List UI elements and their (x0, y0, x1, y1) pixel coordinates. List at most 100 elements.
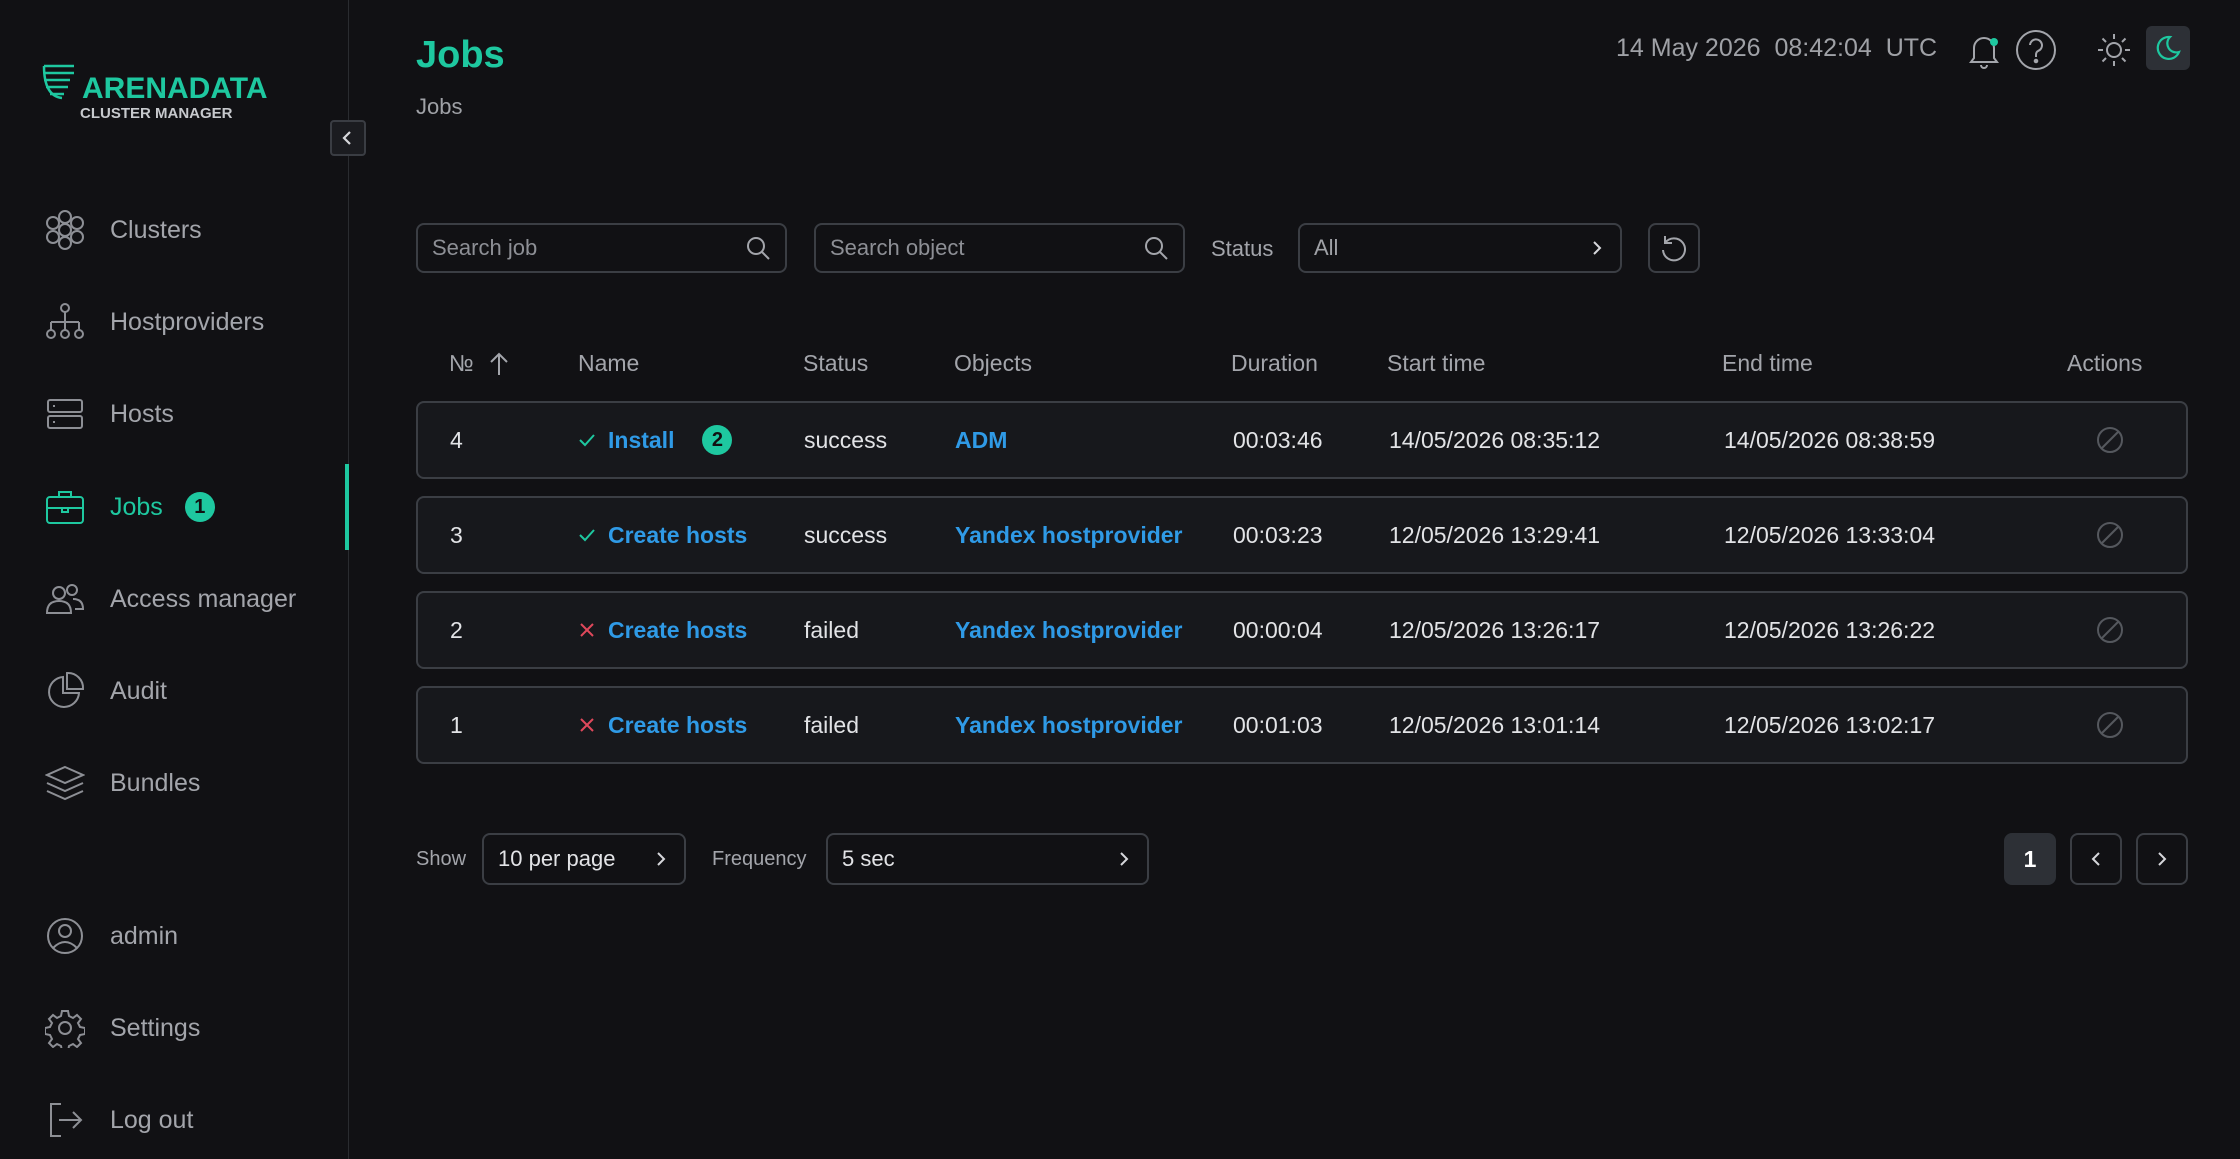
cancel-job-button[interactable] (2096, 403, 2124, 477)
job-status: success (804, 521, 888, 548)
table-row[interactable]: 3 Create hosts success Yandex hostprovid… (416, 496, 2188, 574)
arenadata-logo[interactable]: ARENADATA CLUSTER MANAGER (42, 60, 272, 126)
table-row[interactable]: 1 Create hosts failed Yandex hostprovide… (416, 686, 2188, 764)
sidebar-item-bundles[interactable]: Bundles (44, 758, 344, 808)
page-1-button[interactable]: 1 (2004, 833, 2056, 885)
column-header-status[interactable]: Status (803, 350, 868, 377)
notifications-bell-icon[interactable] (1962, 28, 2006, 72)
frequency-value: 5 sec (842, 846, 895, 871)
status-select[interactable]: All (1298, 223, 1622, 273)
sidebar-item-label: Jobs (110, 492, 163, 521)
column-header-objects: Objects (954, 350, 1032, 377)
cancel-job-button[interactable] (2096, 498, 2124, 572)
job-object-link[interactable]: Yandex hostprovider (955, 498, 1183, 572)
help-icon[interactable] (2014, 28, 2058, 72)
sidebar-item-audit[interactable]: Audit (44, 666, 344, 716)
sidebar-item-hosts[interactable]: Hosts (44, 389, 344, 439)
previous-page-button[interactable] (2070, 833, 2122, 885)
job-name-link[interactable]: Create hosts (608, 617, 747, 644)
job-status: failed (804, 711, 859, 738)
column-header-actions: Actions (2067, 350, 2142, 377)
date-text: 14 May 2026 (1616, 34, 1761, 62)
job-name-link[interactable]: Create hosts (608, 522, 747, 549)
sidebar-item-settings[interactable]: Settings (44, 1003, 344, 1053)
sidebar: ARENADATA CLUSTER MANAGER Clusters Hostp… (0, 0, 366, 1159)
job-id: 4 (450, 426, 463, 453)
job-status: success (804, 426, 888, 453)
search-job-input[interactable]: Search job (416, 223, 787, 273)
job-object-link[interactable]: Yandex hostprovider (955, 593, 1183, 667)
column-header-label: Name (578, 350, 640, 376)
job-status: failed (804, 616, 859, 643)
refresh-icon (1662, 236, 1686, 262)
success-check-icon (578, 431, 598, 449)
briefcase-icon (44, 486, 86, 528)
svg-text:ARENADATA: ARENADATA (82, 72, 268, 105)
status-filter-label: Status (1211, 236, 1274, 261)
moon-icon (2156, 35, 2181, 61)
column-header-name[interactable]: Name (578, 350, 639, 377)
table-row[interactable]: 2 Create hosts failed Yandex hostprovide… (416, 591, 2188, 669)
job-end-time: 12/05/2026 13:26:22 (1724, 616, 1936, 643)
column-header-label: Objects (954, 350, 1032, 376)
chevron-right-icon (657, 852, 666, 866)
gear-icon (44, 1007, 86, 1049)
sidebar-item-label: Access manager (110, 584, 297, 613)
collapse-sidebar-button[interactable] (330, 120, 366, 156)
next-page-button[interactable] (2136, 833, 2188, 885)
job-end-time: 12/05/2026 13:33:04 (1724, 521, 1936, 548)
chevron-right-icon (1120, 852, 1129, 866)
frequency-select[interactable]: 5 sec (826, 833, 1149, 885)
job-name-link[interactable]: Create hosts (608, 712, 747, 739)
cancel-disabled-icon (2097, 522, 2123, 548)
user-icon (44, 915, 86, 957)
sidebar-item-logout[interactable]: Log out (44, 1095, 344, 1145)
job-object-link[interactable]: Yandex hostprovider (955, 688, 1183, 762)
clusters-icon (44, 209, 86, 251)
job-start-time: 12/05/2026 13:26:17 (1389, 616, 1601, 643)
job-duration: 00:00:04 (1233, 616, 1323, 643)
table-row[interactable]: 4 Install 2 success ADM 00:03:46 14/05/2… (416, 401, 2188, 479)
per-page-select[interactable]: 10 per page (482, 833, 686, 885)
sidebar-item-access-manager[interactable]: Access manager (44, 574, 344, 624)
job-end-time: 12/05/2026 13:02:17 (1724, 711, 1936, 738)
job-id: 1 (450, 711, 463, 738)
job-name-link[interactable]: Install (608, 427, 674, 454)
cancel-job-button[interactable] (2096, 593, 2124, 667)
server-datetime: 14 May 2026 08:42:04 UTC (1616, 34, 1937, 63)
cancel-disabled-icon (2097, 712, 2123, 738)
sidebar-item-admin[interactable]: admin (44, 911, 344, 961)
breadcrumb[interactable]: Jobs (416, 94, 462, 120)
reset-filters-button[interactable] (1648, 223, 1700, 273)
column-header-label: № (449, 350, 474, 376)
dark-theme-toggle[interactable] (2146, 26, 2190, 70)
search-object-input[interactable]: Search object (814, 223, 1185, 273)
chevron-left-icon (342, 131, 351, 145)
sidebar-item-label: Hosts (110, 399, 174, 428)
sort-ascending-icon (489, 352, 508, 375)
sidebar-item-jobs[interactable]: Jobs 1 (44, 482, 344, 532)
sidebar-item-hostproviders[interactable]: Hostproviders (44, 297, 344, 347)
column-header-end-time[interactable]: End time (1722, 350, 1813, 377)
job-duration: 00:01:03 (1233, 711, 1323, 738)
failed-cross-icon (578, 621, 598, 639)
sidebar-item-clusters[interactable]: Clusters (44, 205, 344, 255)
sun-light-theme-icon[interactable] (2092, 28, 2136, 72)
column-header-number[interactable]: № (449, 350, 510, 377)
sidebar-item-label: Hostproviders (110, 307, 265, 336)
chevron-right-icon (2158, 852, 2167, 866)
column-header-duration[interactable]: Duration (1231, 350, 1318, 377)
column-header-start-time[interactable]: Start time (1387, 350, 1485, 377)
search-object-placeholder: Search object (830, 235, 965, 260)
hostproviders-icon (44, 301, 86, 343)
cancel-job-button[interactable] (2096, 688, 2124, 762)
search-icon (747, 237, 770, 260)
job-object-link[interactable]: ADM (955, 403, 1007, 477)
active-indicator (345, 464, 349, 550)
sidebar-item-label: Bundles (110, 768, 201, 797)
column-header-label: Duration (1231, 350, 1318, 376)
layers-icon (44, 762, 86, 804)
chevron-left-icon (2091, 852, 2100, 866)
sidebar-item-label: Log out (110, 1105, 194, 1134)
search-job-placeholder: Search job (432, 235, 538, 260)
